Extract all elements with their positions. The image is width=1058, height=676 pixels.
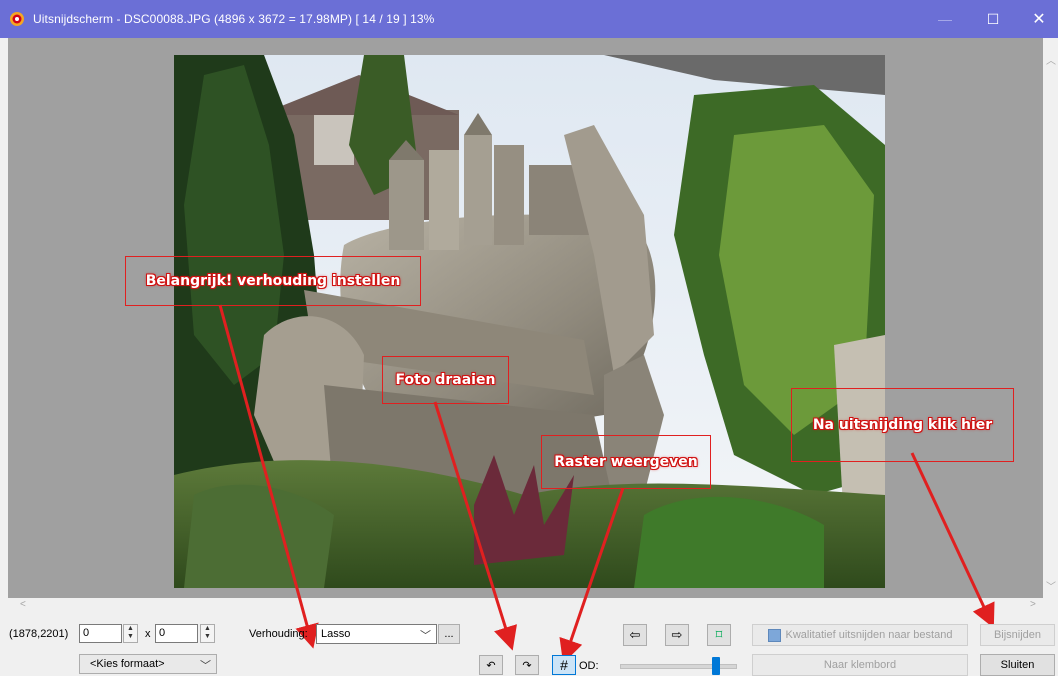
times-label: x bbox=[145, 628, 151, 640]
ratio-select-value: Lasso bbox=[321, 628, 351, 640]
close-icon[interactable]: ✕ bbox=[1016, 0, 1058, 38]
annotation-ratio: Belangrijk! verhouding instellen bbox=[125, 256, 421, 306]
next-image-button[interactable]: ⇨ bbox=[665, 624, 689, 646]
format-select-value: <Kies formaat> bbox=[90, 658, 165, 670]
grid-toggle-button[interactable]: # bbox=[552, 655, 576, 675]
annotation-rotate: Foto draaien bbox=[382, 356, 509, 404]
width-input[interactable]: 0 bbox=[79, 624, 122, 643]
minimize-icon[interactable]: — bbox=[922, 0, 968, 38]
rotate-left-button[interactable]: ↶ bbox=[479, 655, 503, 675]
format-select[interactable]: <Kies formaat> ﹀ bbox=[79, 654, 217, 674]
photo-preview[interactable] bbox=[174, 55, 885, 588]
od-slider-thumb[interactable] bbox=[712, 657, 720, 675]
rotate-right-button[interactable]: ↷ bbox=[515, 655, 539, 675]
save-crop-to-file-button[interactable]: Kwalitatief uitsnijden naar bestand bbox=[752, 624, 968, 646]
title-bar: Uitsnijdscherm - DSC00088.JPG (4896 x 36… bbox=[0, 0, 1058, 38]
ratio-select[interactable]: Lasso ﹀ bbox=[316, 624, 437, 644]
height-spinner[interactable]: ▲ ▼ bbox=[200, 624, 215, 643]
previous-image-button[interactable]: ⇦ bbox=[623, 624, 647, 646]
chevron-down-icon: ﹀ bbox=[200, 660, 211, 672]
horizontal-scrollbar[interactable]: < > bbox=[8, 598, 1043, 613]
cursor-coordinates: (1878,2201) bbox=[9, 628, 69, 640]
fit-selection-button[interactable]: ⌑ bbox=[707, 624, 731, 646]
arrow-right-icon: ⇨ bbox=[671, 627, 683, 642]
annotation-grid: Raster weergeven bbox=[541, 435, 711, 489]
width-spinner[interactable]: ▲ ▼ bbox=[123, 624, 138, 643]
ratio-label: Verhouding: bbox=[249, 628, 308, 640]
save-icon bbox=[767, 628, 781, 642]
save-crop-label: Kwalitatief uitsnijden naar bestand bbox=[785, 629, 953, 641]
app-icon bbox=[10, 12, 24, 26]
od-label: OD: bbox=[579, 660, 599, 672]
height-input[interactable]: 0 bbox=[155, 624, 198, 643]
crop-button[interactable]: Bijsnijden bbox=[980, 624, 1055, 646]
chevron-down-icon: ﹀ bbox=[420, 630, 431, 642]
arrow-left-icon: ⇦ bbox=[629, 627, 641, 642]
copy-to-clipboard-button[interactable]: Naar klembord bbox=[752, 654, 968, 676]
vertical-scrollbar[interactable]: ︿ ﹀ bbox=[1043, 38, 1058, 598]
close-button[interactable]: Sluiten bbox=[980, 654, 1055, 676]
fit-icon: ⌑ bbox=[715, 627, 723, 642]
ratio-more-button[interactable]: ... bbox=[438, 624, 460, 644]
maximize-icon[interactable]: ☐ bbox=[970, 0, 1016, 38]
window-title: Uitsnijdscherm - DSC00088.JPG (4896 x 36… bbox=[33, 12, 435, 26]
annotation-crop: Na uitsnijding klik hier bbox=[791, 388, 1014, 462]
